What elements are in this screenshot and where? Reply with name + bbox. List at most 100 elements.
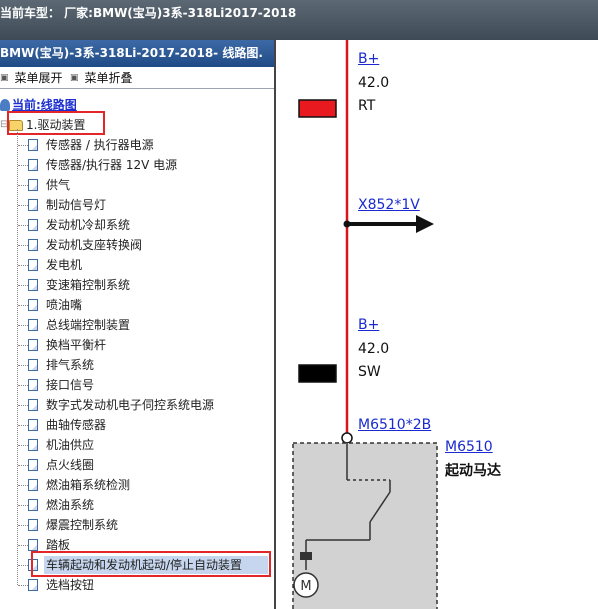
collapse-icon: ▣ (70, 73, 79, 83)
tree-item-label: 传感器/执行器 12V 电源 (46, 158, 178, 172)
tree-item-label: 总线端控制装置 (46, 318, 131, 332)
motor-symbol: M (300, 579, 311, 594)
panel-header: BMW(宝马)-3系-318Li-2017-2018- 线路图. (0, 40, 274, 67)
tree-item[interactable]: 传感器 / 执行器电源 (28, 135, 154, 155)
collapse-menu-label: 菜单折叠 (84, 71, 133, 85)
document-icon (28, 319, 38, 331)
navigation-panel: BMW(宝马)-3系-318Li-2017-2018- 线路图. ▣ 菜单展开 … (0, 40, 276, 609)
tree-item-label: 供气 (46, 178, 71, 192)
tree-item[interactable]: 制动信号灯 (28, 195, 106, 215)
document-icon (28, 459, 38, 471)
wire2-gauge: 42.0 (358, 341, 390, 357)
tree-branch-line (17, 129, 18, 585)
pin-link[interactable]: M6510*2B (358, 417, 431, 433)
menu-bar: ▣ 菜单展开 ▣ 菜单折叠 (0, 67, 274, 89)
tree-branch-tick (18, 365, 28, 366)
tree-branch-tick (18, 205, 28, 206)
tree-item-label: 发电机 (46, 258, 83, 272)
tree-item[interactable]: 变速箱控制系统 (28, 275, 130, 295)
document-icon (28, 479, 38, 491)
tree-item[interactable]: 数字式发动机电子伺控系统电源 (28, 395, 214, 415)
document-icon (28, 179, 38, 191)
window-title-bar: 当前车型： 厂家:BMW(宝马)3系-318Li2017-2018 (0, 0, 598, 40)
selected-item-highlight-box (31, 551, 271, 577)
document-icon (28, 339, 38, 351)
tree-item[interactable]: 机油供应 (28, 435, 94, 455)
tree-item-label: 点火线圈 (46, 458, 95, 472)
tree-branch-tick (18, 445, 28, 446)
document-icon (28, 199, 38, 211)
wire1-link[interactable]: B+ (358, 51, 379, 67)
tree-branch-tick (18, 565, 28, 566)
tree-branch-tick (18, 345, 28, 346)
tree-branch-tick (18, 505, 28, 506)
tree-item-label: 喷油嘴 (46, 298, 83, 312)
document-icon (28, 499, 38, 511)
document-icon (28, 239, 38, 251)
tree-item[interactable]: 曲轴传感器 (28, 415, 106, 435)
tree-item[interactable]: 供气 (28, 175, 70, 195)
connector-arrow-head (416, 215, 434, 233)
collapse-menu-button[interactable]: ▣ 菜单折叠 (70, 67, 133, 89)
expand-menu-button[interactable]: ▣ 菜单展开 (0, 67, 63, 89)
document-icon (28, 519, 38, 531)
document-icon (28, 539, 38, 551)
tree-item[interactable]: 排气系统 (28, 355, 94, 375)
tree-item[interactable]: 发电机 (28, 255, 82, 275)
tree-item[interactable]: 燃油箱系统检测 (28, 475, 130, 495)
panel-title: BMW(宝马)-3系-318Li-2017-2018- 线路图. (0, 46, 263, 60)
expand-menu-label: 菜单展开 (14, 71, 63, 85)
tree-branch-tick (18, 145, 28, 146)
tree-item-label: 发动机支座转换阀 (46, 238, 143, 252)
tree-item[interactable]: 发动机支座转换阀 (28, 235, 142, 255)
tree-item[interactable]: 发动机冷却系统 (28, 215, 130, 235)
wire2-link[interactable]: B+ (358, 317, 379, 333)
tree-item[interactable]: 总线端控制装置 (28, 315, 130, 335)
tree-item-label: 排气系统 (46, 358, 95, 372)
pin-terminal[interactable] (341, 432, 353, 444)
document-icon (28, 579, 38, 591)
tree-branch-tick (18, 405, 28, 406)
document-icon (28, 439, 38, 451)
wire-color-swatch-black (298, 364, 337, 383)
tree-item-label: 机油供应 (46, 438, 95, 452)
document-icon (28, 259, 38, 271)
tree-branch-tick (18, 545, 28, 546)
tree-item-label: 燃油系统 (46, 498, 95, 512)
tree-item-label: 燃油箱系统检测 (46, 478, 131, 492)
tree-item[interactable]: 喷油嘴 (28, 295, 82, 315)
tree-item-label: 曲轴传感器 (46, 418, 107, 432)
wiring-diagram-canvas: M (292, 40, 438, 609)
document-icon (28, 219, 38, 231)
wire1-gauge: 42.0 (358, 75, 390, 91)
tree-item-label: 发动机冷却系统 (46, 218, 131, 232)
tree-item[interactable]: 传感器/执行器 12V 电源 (28, 155, 177, 175)
wiring-diagram: M B+ 42.0 RT X852*1V B+ 42.0 SW M6510*2B… (278, 40, 598, 609)
tree-branch-tick (18, 385, 28, 386)
tree-item[interactable]: 换档平衡杆 (28, 335, 106, 355)
connector-link[interactable]: X852*1V (358, 197, 420, 213)
document-icon (28, 399, 38, 411)
tree-item-label: 制动信号灯 (46, 198, 107, 212)
tree-branch-tick (18, 225, 28, 226)
tree-item[interactable]: 爆震控制系统 (28, 515, 118, 535)
component-code-link[interactable]: M6510 (445, 439, 493, 455)
tree-item[interactable]: 点火线圈 (28, 455, 94, 475)
component-name: 起动马达 (445, 463, 501, 479)
motor-terminal-block (300, 552, 312, 560)
tree-item-label: 接口信号 (46, 378, 95, 392)
tree-branch-tick (18, 305, 28, 306)
tree-item[interactable]: 燃油系统 (28, 495, 94, 515)
tree-branch-tick (18, 485, 28, 486)
document-icon (28, 139, 38, 151)
tree-branch-tick (18, 425, 28, 426)
document-icon (28, 379, 38, 391)
tree-branch-tick (18, 325, 28, 326)
tree-item-label: 换档平衡杆 (46, 338, 107, 352)
tree-branch-tick (18, 165, 28, 166)
tree-item[interactable]: 选档按钮 (28, 575, 94, 595)
window-title: 当前车型： 厂家:BMW(宝马)3系-318Li2017-2018 (0, 6, 297, 20)
document-icon (28, 299, 38, 311)
tree-item[interactable]: 接口信号 (28, 375, 94, 395)
wire-color-swatch-red (298, 99, 337, 118)
